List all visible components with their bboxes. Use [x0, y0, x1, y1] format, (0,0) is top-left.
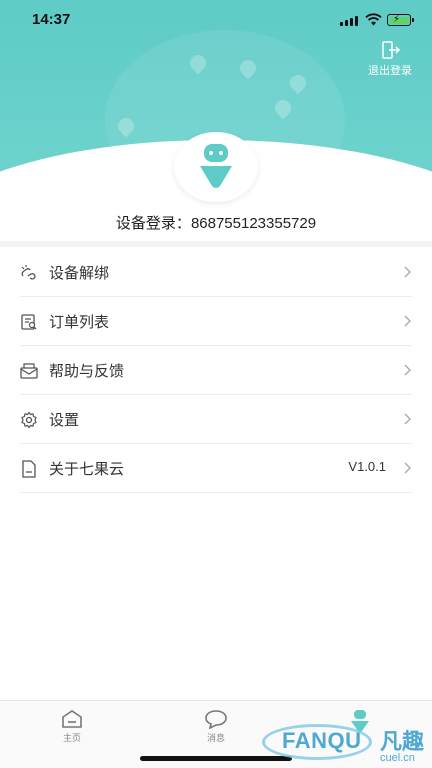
signal-icon — [340, 16, 360, 26]
menu-item-about[interactable]: 关于七果云 V1.0.1 — [20, 444, 412, 493]
watermark-domain: cuel.cn — [380, 752, 415, 764]
section-divider — [0, 241, 432, 247]
menu-item-help-feedback[interactable]: 帮助与反馈 — [20, 346, 412, 395]
avatar[interactable] — [174, 132, 258, 202]
menu-item-settings[interactable]: 设置 — [20, 395, 412, 444]
settings-gear-icon — [21, 411, 37, 429]
logout-button[interactable]: 退出登录 — [360, 40, 420, 80]
charging-icon: ⚡ — [393, 14, 401, 25]
status-time: 14:37 — [32, 11, 71, 28]
unbind-icon — [21, 265, 36, 280]
watermark-brand: FANQU — [282, 728, 362, 753]
home-icon — [62, 710, 82, 728]
tab-label: 消息 — [206, 734, 225, 744]
menu-item-unbind[interactable]: 设备解绑 — [20, 248, 412, 297]
tab-label: 主页 — [62, 734, 81, 744]
robot-avatar-icon — [200, 144, 232, 188]
chevron-right-icon — [404, 462, 411, 474]
chevron-right-icon — [404, 364, 411, 376]
tab-messages[interactable]: 消息 — [186, 709, 246, 749]
battery-tip — [412, 18, 414, 22]
device-login-info: 设备登录：868755123355729 — [0, 212, 432, 233]
message-icon — [205, 710, 227, 729]
app-version: V1.0.1 — [348, 459, 386, 474]
menu-item-label: 订单列表 — [49, 313, 110, 331]
help-feedback-icon — [20, 363, 38, 379]
chevron-right-icon — [404, 315, 411, 327]
menu-item-label: 设备解绑 — [49, 264, 110, 282]
device-id: 868755123355729 — [190, 215, 317, 232]
menu-item-orders[interactable]: 订单列表 — [20, 297, 412, 346]
watermark-logo: FANQU 凡趣 cuel.cn — [262, 718, 432, 768]
wifi-icon — [365, 13, 382, 26]
device-login-label: 设备登录： — [115, 214, 191, 232]
status-bar: 14:37 ⚡ — [0, 0, 432, 40]
menu-list: 设备解绑 订单列表 帮助与反馈 设置 关于七果云 V1.0.1 — [0, 248, 432, 493]
menu-item-label: 关于七果云 — [49, 460, 125, 478]
menu-item-label: 帮助与反馈 — [49, 362, 125, 380]
logout-icon — [382, 41, 401, 59]
logout-label: 退出登录 — [368, 64, 412, 77]
order-list-icon — [21, 314, 37, 330]
chevron-right-icon — [404, 266, 411, 278]
tab-home[interactable]: 主页 — [42, 709, 102, 749]
menu-item-label: 设置 — [49, 411, 80, 429]
about-icon — [22, 460, 36, 478]
chevron-right-icon — [404, 413, 411, 425]
